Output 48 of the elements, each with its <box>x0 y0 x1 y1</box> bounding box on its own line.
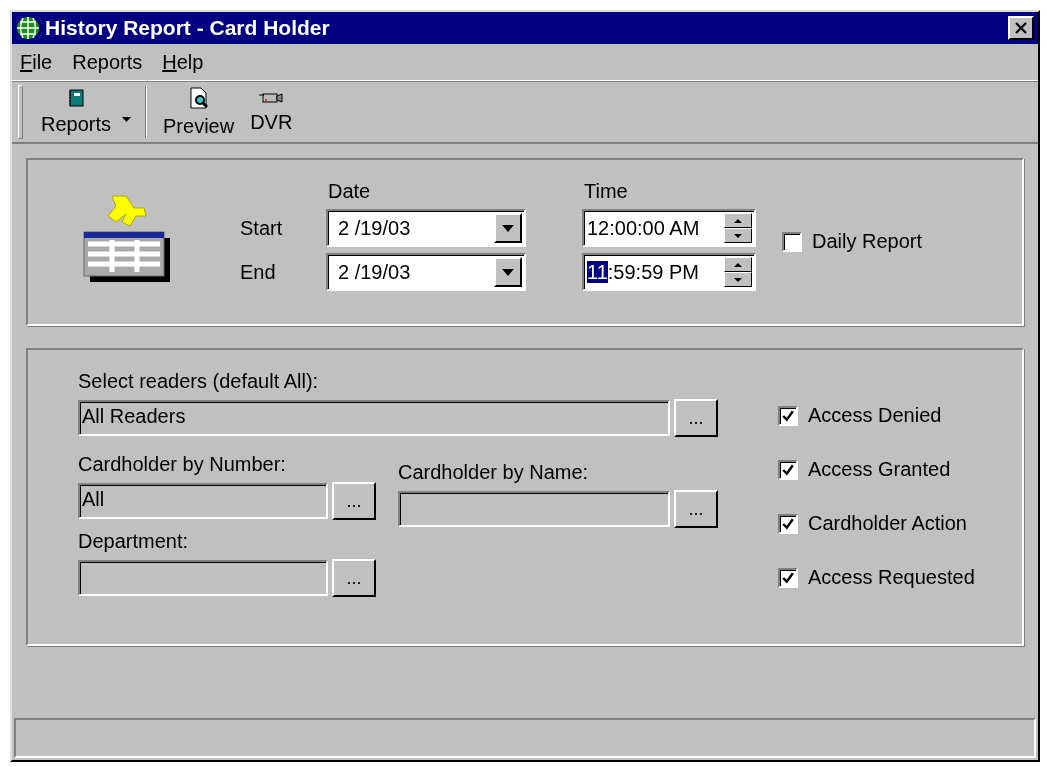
down-arrow-icon <box>734 277 742 282</box>
field-label: Select readers (default All): <box>78 370 320 393</box>
menu-item[interactable]: Reports <box>72 50 143 74</box>
down-arrow-icon <box>734 233 742 238</box>
globe-icon <box>16 16 40 40</box>
toolbar-button[interactable]: DVR <box>242 88 301 136</box>
window-title: History Report - Card Holder <box>45 16 331 40</box>
toolbar-button[interactable]: Reports <box>33 86 138 138</box>
checkmark-icon <box>782 517 794 530</box>
menu-item[interactable]: Help <box>162 50 204 74</box>
event-checkbox[interactable]: Access Granted <box>778 458 975 481</box>
date-header: Date <box>327 180 372 203</box>
up-arrow-icon <box>734 218 742 223</box>
date-dropdown[interactable]: 2 /19/03 <box>326 253 526 291</box>
preview-icon <box>188 86 209 109</box>
close-button[interactable] <box>1008 16 1034 40</box>
dropdown-arrow-icon <box>502 224 514 232</box>
checkmark-icon <box>782 463 794 476</box>
browse-button[interactable]: ... <box>674 490 718 528</box>
field-label: Department: <box>78 530 190 553</box>
time-spinner[interactable]: 11:59:59 PM <box>582 253 756 291</box>
browse-button[interactable]: ... <box>674 399 718 437</box>
browse-button[interactable]: ... <box>332 482 376 520</box>
cardholder-name-field[interactable] <box>398 491 670 527</box>
field-label: Cardholder by Number: <box>78 453 287 476</box>
event-checkbox[interactable]: Access Denied <box>778 404 975 427</box>
close-icon <box>1015 22 1027 34</box>
notebook-icon <box>68 88 84 107</box>
readers-field[interactable]: All Readers <box>78 400 670 436</box>
toolbar-button[interactable]: Preview <box>155 84 243 140</box>
checkmark-icon <box>782 571 794 584</box>
dropdown-arrow-icon <box>502 268 514 276</box>
field-label: Cardholder by Name: <box>398 461 590 484</box>
browse-button[interactable]: ... <box>332 559 376 597</box>
row-label: End <box>240 260 277 284</box>
time-spinner[interactable]: 12:00:00 AM <box>582 209 756 247</box>
menu-item[interactable]: File <box>20 50 53 74</box>
event-checkbox[interactable]: Cardholder Action <box>778 512 975 535</box>
daily-report-checkbox[interactable]: Daily Report <box>782 230 923 253</box>
time-header: Time <box>583 180 629 203</box>
checkmark-icon <box>782 409 794 422</box>
date-dropdown[interactable]: 2 /19/03 <box>326 209 526 247</box>
camera-icon <box>259 90 284 105</box>
up-arrow-icon <box>734 262 742 267</box>
department-field[interactable] <box>78 560 328 596</box>
row-label: Start <box>240 216 284 240</box>
cardholder-number-field[interactable]: All <box>78 483 328 519</box>
event-checkbox[interactable]: Access Requested <box>778 566 975 589</box>
